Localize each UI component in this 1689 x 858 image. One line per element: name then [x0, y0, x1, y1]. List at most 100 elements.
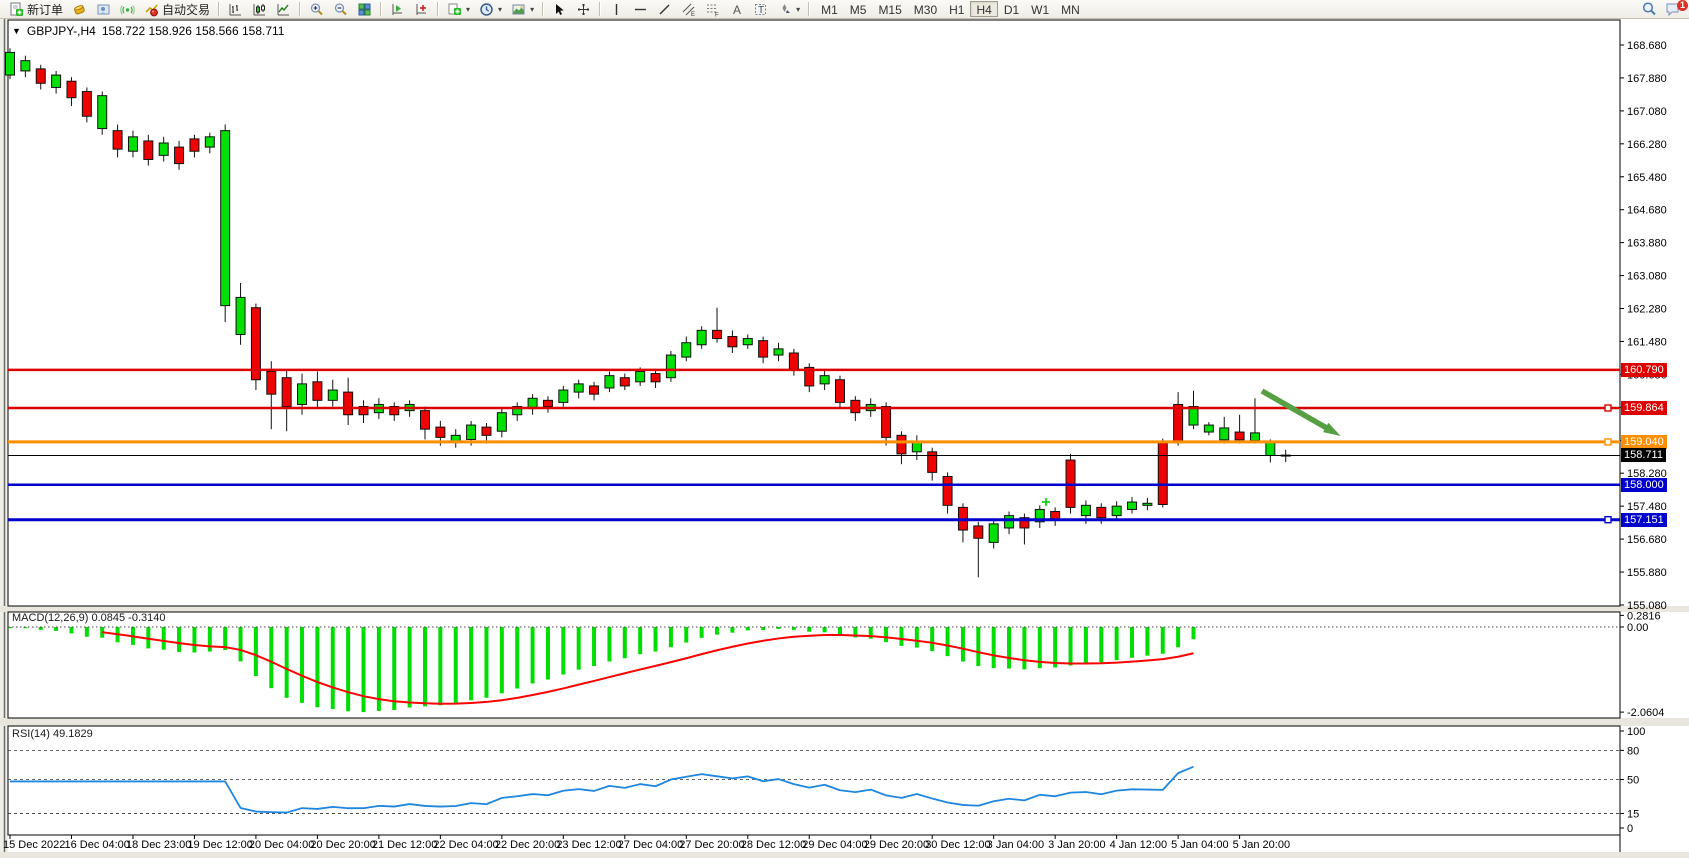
timeframe-d1[interactable]: D1 — [998, 1, 1025, 17]
svg-text:164.680: 164.680 — [1627, 205, 1667, 217]
chevron-down-icon[interactable]: ▼ — [12, 26, 21, 36]
zoom-out-icon — [332, 2, 348, 17]
crosshair-button[interactable] — [571, 1, 595, 18]
tile-windows-button[interactable] — [352, 1, 376, 18]
profile-icon — [95, 2, 111, 17]
timeframe-m1[interactable]: M1 — [815, 1, 844, 17]
vline-icon — [608, 2, 624, 17]
data-window-button[interactable] — [409, 1, 433, 18]
chart-symbol-period: GBPJPY-,H4 — [27, 24, 96, 38]
add-indicator-icon — [446, 2, 462, 17]
svg-text:4 Jan 12:00: 4 Jan 12:00 — [1110, 839, 1168, 851]
trendline-button[interactable] — [652, 1, 676, 18]
svg-text:16 Dec 04:00: 16 Dec 04:00 — [64, 839, 129, 851]
market-watch-button[interactable] — [67, 1, 91, 18]
line-chart-icon — [275, 2, 291, 17]
timeframe-m5[interactable]: M5 — [844, 1, 873, 17]
svg-text:3 Jan 04:00: 3 Jan 04:00 — [987, 839, 1044, 851]
toolbar-separator — [599, 2, 600, 16]
dropdown-caret-icon[interactable]: ▾ — [796, 5, 800, 14]
price-level-badge: 158.000 — [1621, 478, 1667, 492]
line-chart-button[interactable] — [271, 1, 295, 18]
svg-text:50: 50 — [1627, 775, 1639, 787]
channel-button[interactable]: E — [676, 1, 700, 18]
template-button[interactable]: ▾ — [506, 1, 538, 18]
signals-button[interactable] — [115, 1, 139, 18]
svg-text:0: 0 — [1627, 823, 1633, 835]
bar-chart-icon — [227, 2, 243, 17]
timeframe-m30[interactable]: M30 — [908, 1, 943, 17]
vline-button[interactable] — [604, 1, 628, 18]
dropdown-caret-icon[interactable]: ▾ — [530, 5, 534, 14]
rsi-name: RSI(14) — [12, 728, 50, 740]
chart-ohlc-values: 158.722 158.926 158.566 158.711 — [102, 24, 285, 38]
chart-play-icon — [389, 2, 405, 17]
timeframe-switcher: M1M5M15M30H1H4D1W1MN — [815, 1, 1086, 17]
text-button[interactable]: A — [724, 1, 748, 18]
chart-add-icon — [413, 2, 429, 17]
rsi-label: RSI(14) 49.1829 — [12, 728, 93, 740]
rsi-value: 49.1829 — [53, 728, 93, 740]
hline-button[interactable] — [628, 1, 652, 18]
periods-button[interactable]: ▾ — [474, 1, 506, 18]
dropdown-caret-icon[interactable]: ▾ — [498, 5, 502, 14]
price-level-badge: 157.151 — [1621, 513, 1667, 527]
dropdown-caret-icon[interactable]: ▾ — [466, 5, 470, 14]
fibonacci-icon: F — [704, 2, 720, 17]
crosshair-icon — [575, 2, 591, 17]
svg-text:21 Dec 12:00: 21 Dec 12:00 — [372, 839, 437, 851]
candlestick-button[interactable] — [247, 1, 271, 18]
svg-text:20 Dec 04:00: 20 Dec 04:00 — [249, 839, 314, 851]
svg-text:163.880: 163.880 — [1627, 238, 1667, 250]
svg-text:5 Jan 04:00: 5 Jan 04:00 — [1171, 839, 1229, 851]
svg-text:166.280: 166.280 — [1627, 139, 1667, 151]
svg-text:80: 80 — [1627, 745, 1639, 757]
cursor-button[interactable] — [547, 1, 571, 18]
zoom-out-button[interactable] — [328, 1, 352, 18]
new-order-button[interactable]: 新订单 — [4, 1, 67, 18]
bar-chart-button[interactable] — [223, 1, 247, 18]
timeframe-h4[interactable]: H4 — [970, 1, 997, 17]
svg-text:15 Dec 2022: 15 Dec 2022 — [3, 839, 65, 851]
svg-text:27 Dec 20:00: 27 Dec 20:00 — [679, 839, 744, 851]
price-chart-canvas[interactable]: 168.680167.880167.080166.280165.480164.6… — [0, 0, 1689, 858]
toolbar-separator — [437, 2, 438, 16]
svg-text:100: 100 — [1627, 726, 1645, 738]
svg-text:167.880: 167.880 — [1627, 73, 1667, 85]
timeframe-mn[interactable]: MN — [1055, 1, 1086, 17]
timeframe-w1[interactable]: W1 — [1025, 1, 1055, 17]
new-order-button-label: 新订单 — [27, 1, 63, 18]
timeframe-h1[interactable]: H1 — [943, 1, 970, 17]
svg-text:165.480: 165.480 — [1627, 172, 1667, 184]
notifications-button[interactable]: 1 — [1661, 1, 1685, 18]
fibonacci-button[interactable]: F — [700, 1, 724, 18]
arrows-button[interactable]: ▾ — [772, 1, 804, 18]
cursor-icon — [551, 2, 567, 17]
profile-button[interactable] — [91, 1, 115, 18]
svg-text:28 Dec 12:00: 28 Dec 12:00 — [741, 839, 806, 851]
toolbar-separator — [808, 2, 809, 16]
timeframe-m15[interactable]: M15 — [872, 1, 907, 17]
svg-text:30 Dec 12:00: 30 Dec 12:00 — [925, 839, 990, 851]
zoom-in-button[interactable] — [304, 1, 328, 18]
svg-text:15: 15 — [1627, 808, 1639, 820]
toolbar-separator — [299, 2, 300, 16]
add-indicator-button[interactable]: ▾ — [442, 1, 474, 18]
notification-count-badge: 1 — [1677, 0, 1688, 11]
text-label-button[interactable]: T — [748, 1, 772, 18]
svg-text:163.080: 163.080 — [1627, 271, 1667, 283]
svg-text:18 Dec 23:00: 18 Dec 23:00 — [126, 839, 191, 851]
svg-text:29 Dec 04:00: 29 Dec 04:00 — [802, 839, 867, 851]
svg-text:T: T — [758, 5, 764, 16]
auto-trading-button[interactable]: 自动交易 — [139, 1, 214, 18]
search-button[interactable] — [1637, 1, 1661, 18]
auto-trading-button-label: 自动交易 — [162, 1, 210, 18]
candlestick-icon — [251, 2, 267, 17]
svg-text:27 Dec 04:00: 27 Dec 04:00 — [618, 839, 683, 851]
svg-text:0.2816: 0.2816 — [1627, 610, 1661, 622]
svg-text:5 Jan 20:00: 5 Jan 20:00 — [1233, 839, 1291, 851]
navigator-button[interactable] — [385, 1, 409, 18]
toolbar-separator — [542, 2, 543, 16]
text-a-icon: A — [728, 2, 744, 17]
gold-icon — [71, 2, 87, 17]
